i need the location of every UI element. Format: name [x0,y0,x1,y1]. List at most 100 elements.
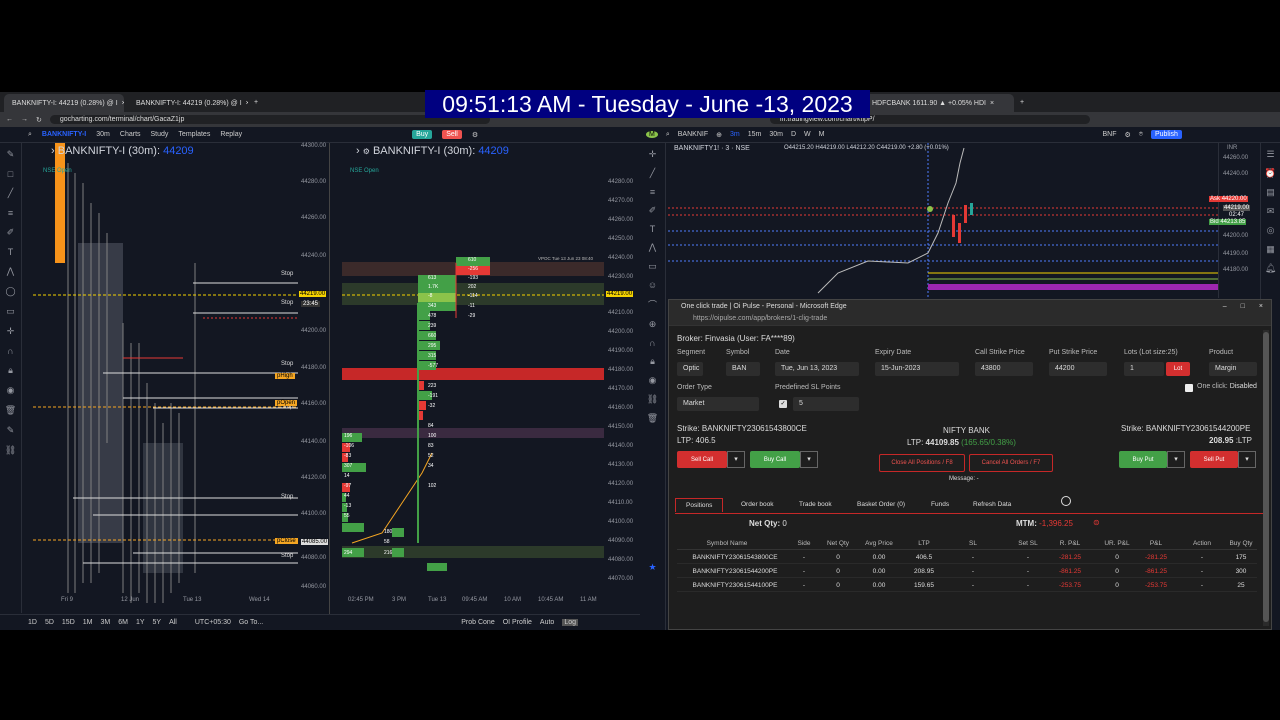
tab-refresh-data[interactable]: Refresh Data [973,501,1011,508]
fib-icon[interactable]: ≡ [650,187,655,197]
back-icon[interactable]: ← [6,116,13,123]
col-symbol[interactable]: Symbol Name [677,540,777,547]
charts-button[interactable]: Charts [120,131,141,138]
tab-trade-book[interactable]: Trade book [799,501,832,508]
pattern-icon[interactable]: ⋀ [7,266,14,277]
sl-checkbox[interactable]: ✓ [779,400,787,408]
close-icon[interactable]: × [122,100,124,107]
magnet-icon[interactable]: ∩ [649,338,655,348]
emoji-icon[interactable]: ☺ [648,280,657,290]
col-sl[interactable]: SL [963,540,983,547]
link-icon[interactable]: ⛓︎ [647,394,658,405]
shape-icon[interactable]: ◯ [5,286,15,297]
table-row[interactable]: BANKNIFTY23061544100PE - 0 0.00 159.65 -… [677,579,1257,592]
sell-put-button[interactable]: Sell Put [1190,451,1238,468]
col-ltp[interactable]: LTP [909,540,939,547]
tf-3m[interactable]: 3m [730,131,740,138]
right-tab[interactable]: HDFCBANK 1611.90 ▲ +0.05% HDI × [864,94,1014,112]
chart-2-settings-icon[interactable]: ⚙ [363,147,370,156]
link-icon[interactable]: ⛓︎ [5,445,16,456]
lines-icon[interactable]: ≡ [8,208,13,218]
add-icon[interactable]: ⊕ [716,131,722,139]
tf-w[interactable]: W [804,131,811,138]
cell-action[interactable]: - [1187,568,1217,575]
trend-line-icon[interactable]: ╱ [650,168,655,179]
buy-button[interactable]: Buy [412,130,433,139]
product-select[interactable]: Margin [1209,362,1257,376]
ideas-icon[interactable]: ◎ [1267,225,1275,236]
popup-scrollbar[interactable] [1263,330,1269,626]
forward-icon[interactable]: → [21,116,28,123]
gear-icon[interactable]: ⚙ [1124,131,1130,139]
star-icon[interactable]: ★ [648,562,656,573]
reload-icon[interactable]: ↻ [36,116,42,124]
tab-funds[interactable]: Funds [931,501,949,508]
auto-button[interactable]: Auto [540,619,554,626]
cell-set-sl[interactable]: - [1013,582,1043,589]
pattern-icon[interactable]: ⋀ [649,242,656,253]
log-button[interactable]: Log [562,619,578,626]
notifications-icon[interactable]: 🔔︎ [1265,263,1276,274]
range-6m[interactable]: 6M [118,619,128,626]
gear-icon[interactable]: ⚙ [472,131,478,139]
brush-icon[interactable]: ✐ [7,227,15,238]
cancel-all-orders-button[interactable]: Cancel All Orders / F7 [969,454,1053,472]
alert-icon[interactable]: ⏰ [1265,168,1276,179]
expiry-select[interactable]: 15-Jun-2023 [875,362,959,376]
new-tab-icon[interactable]: + [254,99,258,106]
lock-icon[interactable]: 🔒︎ [8,365,13,376]
camera-icon[interactable]: ⌾ [1139,131,1143,139]
edit-icon[interactable]: ✎ [7,425,15,436]
col-set-sl[interactable]: Set SL [1013,540,1043,547]
col-buy-qty[interactable]: Buy Qty [1223,540,1259,547]
chart-1-caret[interactable]: › [51,145,55,157]
sell-call-button[interactable]: Sell Call [677,451,727,468]
brush-icon[interactable]: ✐ [649,205,657,216]
calendar-icon[interactable]: ▦ [1266,244,1275,255]
col-pnl[interactable]: P&L [1141,540,1171,547]
text-icon[interactable]: T [8,247,14,257]
tab-basket-order[interactable]: Basket Order (0) [857,501,905,508]
close-icon[interactable]: × [990,100,994,107]
search-icon[interactable]: ⌕ [28,131,32,139]
buy-put-button[interactable]: Buy Put [1119,451,1167,468]
popup-url[interactable]: https://oipulse.com/app/brokers/1-clig-t… [693,315,827,322]
one-click-toggle[interactable] [1185,384,1193,392]
tv-chart[interactable]: BANKNIFTY1! · 3 · NSE O44215.20 H44219.0… [668,143,1218,298]
interval-select[interactable]: 30m [96,131,110,138]
tf-d[interactable]: D [791,131,796,138]
col-avg-price[interactable]: Avg Price [859,540,899,547]
close-all-positions-button[interactable]: Close All Positions / F8 [879,454,965,472]
magnet-icon[interactable]: ∩ [7,346,13,356]
table-row[interactable]: BANKNIFTY23061544200PE - 0 0.00 208.95 -… [677,565,1257,578]
timezone-select[interactable]: UTC+05:30 [195,619,231,626]
sell-put-dropdown[interactable]: ▾ [1238,451,1256,468]
watchlist-icon[interactable]: ☰ [1266,149,1274,160]
layout-name[interactable]: BNF [1102,131,1116,138]
buy-call-button[interactable]: Buy Call [750,451,800,468]
col-ur-pnl[interactable]: UR. P&L [1099,540,1135,547]
cell-action[interactable]: - [1187,582,1217,589]
minimize-icon[interactable]: – [1223,303,1227,310]
col-net-qty[interactable]: Net Qty [823,540,853,547]
symbol-select[interactable]: BAN [726,362,760,376]
chart-2-caret[interactable]: › [356,145,360,157]
close-icon[interactable]: × [1259,303,1263,310]
lock-icon[interactable]: 🔒︎ [650,356,655,367]
measure-icon[interactable]: ⌒ [648,298,657,311]
segment-select[interactable]: Optic [677,362,703,376]
crosshair-icon[interactable]: ✛ [7,326,15,337]
lot-unit-button[interactable]: Lot [1166,362,1190,376]
range-1d[interactable]: 1D [28,619,37,626]
templates-button[interactable]: Templates [178,131,210,138]
line-icon[interactable]: ╱ [8,188,13,199]
range-3m[interactable]: 3M [100,619,110,626]
mtm-info-icon[interactable]: ⊜ [1093,518,1100,527]
sl-points-input[interactable]: 5 [793,397,859,411]
chart-1[interactable]: › BANKNIFTY-I (30m): 44209 NSE Open Stop… [23,143,330,614]
pencil-icon[interactable]: ✎ [7,149,15,160]
symbol-field[interactable]: BANKNIF [678,131,708,138]
cell-action[interactable]: - [1187,554,1217,561]
study-button[interactable]: Study [151,131,169,138]
range-all[interactable]: All [169,619,177,626]
